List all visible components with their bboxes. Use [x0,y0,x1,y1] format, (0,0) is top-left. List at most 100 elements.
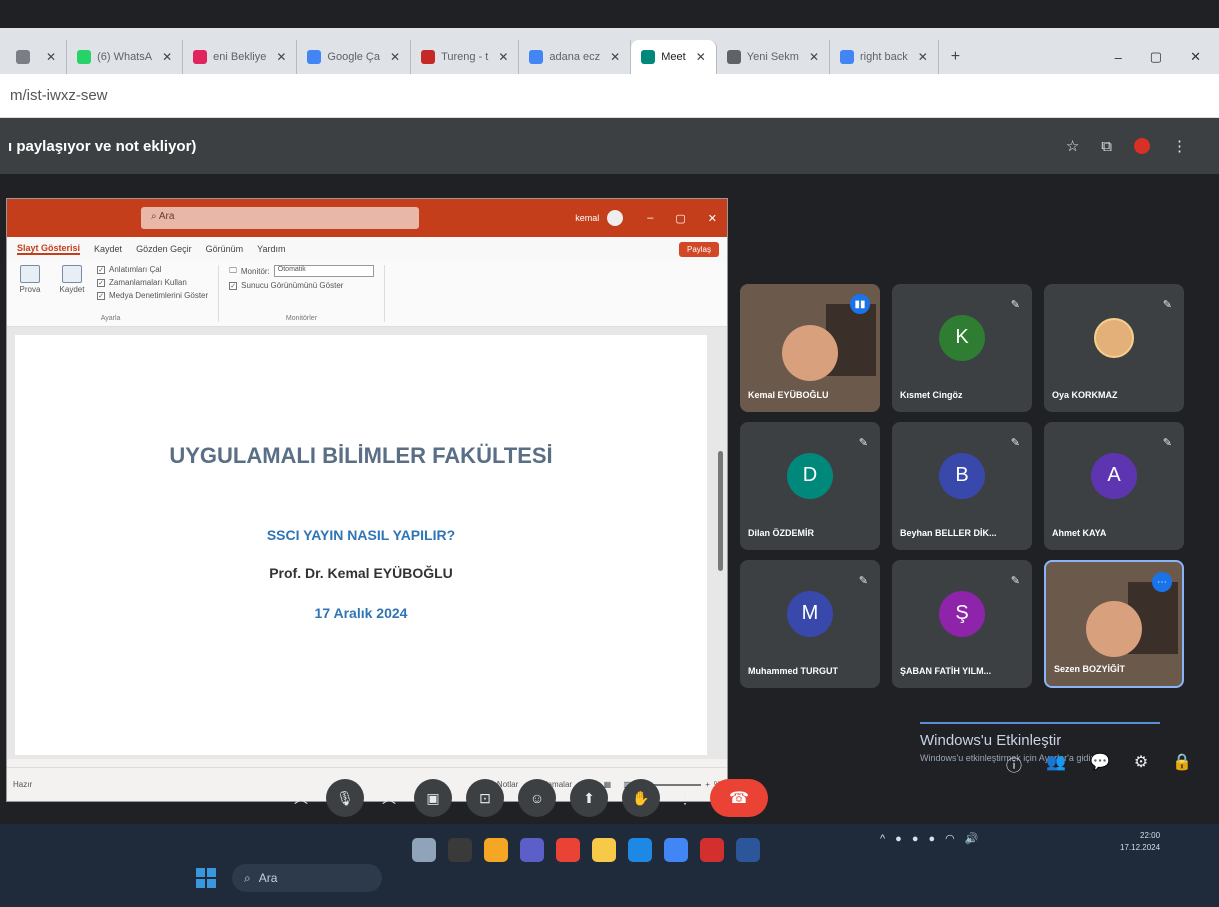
taskbar-app-icon[interactable] [484,838,508,862]
record-button[interactable]: Kaydet [55,265,89,304]
ppt-search-box[interactable]: ⌕ Ara [141,207,419,229]
speaking-icon: ▮▮ [850,294,870,314]
participant-tile[interactable]: ▮▮ Kemal EYÜBOĞLU [740,284,880,412]
more-icon[interactable]: ⋯ [1152,572,1172,592]
check-media-controls[interactable]: ✓ Medya Denetimlerini Göster [97,291,208,300]
tab-close-icon[interactable]: ✕ [610,50,620,64]
browser-tab[interactable]: eni Bekliye ✕ [183,40,298,74]
mic-icon[interactable]: 🎙 [326,779,364,817]
tab-close-icon[interactable]: ✕ [498,50,508,64]
windows-start-icon[interactable] [196,868,216,888]
monitor-select[interactable]: Otomatik [273,265,374,277]
new-tab-button[interactable]: + [939,40,972,74]
ppt-menu-item[interactable]: Yardım [257,244,285,254]
mic-off-icon: ✎ [858,437,868,449]
check-narrations[interactable]: ✓ Anlatımları Çal [97,265,208,274]
taskbar-app-icon[interactable] [592,838,616,862]
browser-tab[interactable]: Yeni Sekm ✕ [717,40,831,74]
browser-tab[interactable]: (6) WhatsA ✕ [67,40,184,74]
avatar: B [939,452,985,499]
participant-tile[interactable]: ✎ Oya KORKMAZ [1044,284,1184,412]
tab-close-icon[interactable]: ✕ [46,50,56,64]
tab-close-icon[interactable]: ✕ [918,50,928,64]
tray-icon[interactable]: ● [895,833,902,845]
tray-icon[interactable]: ● [928,833,935,845]
scrollbar[interactable] [718,451,723,571]
emoji-icon[interactable]: ☺ [518,779,556,817]
clock[interactable]: 22:00 17.12.2024 [1120,830,1160,854]
check-timings[interactable]: ✓ Zamanlamaları Kullan [97,278,208,287]
address-bar[interactable]: m/ist-iwxz-sew [0,74,1219,118]
browser-tab[interactable]: right back ✕ [830,40,939,74]
taskbar-search[interactable]: ⌕ Ara [232,864,382,892]
maximize-icon[interactable]: ▢ [675,212,685,225]
more-icon[interactable]: ⋮ [1172,137,1187,155]
hangup-icon[interactable]: ☎ [710,779,768,817]
wifi-icon[interactable]: ◠ [945,832,955,845]
present-icon[interactable]: ⬆ [570,779,608,817]
activities-icon[interactable]: ⚙ [1134,752,1148,776]
ppt-menu-item[interactable]: Görünüm [206,244,244,254]
browser-tab[interactable]: Tureng - t ✕ [411,40,520,74]
ppt-user[interactable]: kemal [575,210,624,226]
chevron-up-icon[interactable]: ︿ [290,779,312,817]
taskbar-app-icon[interactable] [520,838,544,862]
browser-tab[interactable]: Google Ça ✕ [297,40,412,74]
star-icon[interactable]: ☆ [1066,137,1079,155]
tab-label: Yeni Sekm [746,51,799,63]
minimize-icon[interactable]: – [647,212,653,225]
tab-close-icon[interactable]: ✕ [809,50,819,64]
browser-tab[interactable]: adana ecz ✕ [519,40,632,74]
minimize-icon[interactable]: – [1115,50,1122,65]
ppt-menu-bar: Slayt Gösterisi Kaydet Gözden Geçir Görünüm… [7,237,727,261]
extensions-icon[interactable]: ⧉ [1101,138,1112,155]
tab-close-icon[interactable]: ✕ [696,50,706,64]
browser-tab[interactable]: Meet ✕ [631,40,717,74]
more-vert-icon[interactable]: ⋮ [674,779,696,817]
taskbar-app-icon[interactable] [700,838,724,862]
taskbar-app-icon[interactable] [736,838,760,862]
participant-tile[interactable]: B ✎ Beyhan BELLER DİK... [892,422,1032,550]
volume-icon[interactable]: 🔊 [965,832,979,845]
raise-hand-icon[interactable]: ✋ [622,779,660,817]
restore-icon[interactable]: ▢ [1150,49,1162,65]
participant-tile[interactable]: Ş ✎ ŞABAN FATİH YILM... [892,560,1032,688]
people-icon[interactable]: 👥 [1046,752,1066,776]
chevron-up-icon[interactable]: ^ [880,833,885,845]
participant-tile[interactable]: K ✎ Kısmet Cingöz [892,284,1032,412]
tray-icon[interactable]: ● [912,833,919,845]
info-icon[interactable]: ⓘ [1006,752,1022,776]
participant-tile[interactable]: M ✎ Muhammed TURGUT [740,560,880,688]
participant-tile[interactable]: A ✎ Ahmet KAYA [1044,422,1184,550]
camera-icon[interactable]: ▣ [414,779,452,817]
check-label: Zamanlamaları Kullan [109,278,187,287]
taskbar-app-icon[interactable] [556,838,580,862]
tab-label: eni Bekliye [213,51,267,63]
tab-close-icon[interactable]: ✕ [276,50,286,64]
chevron-up-icon[interactable]: ︿ [378,779,400,817]
ppt-menu-item[interactable]: Slayt Gösterisi [17,243,81,255]
participant-tile[interactable]: D ✎ Dilan ÖZDEMİR [740,422,880,550]
tab-close-icon[interactable]: ✕ [390,50,400,64]
chat-icon[interactable]: 💬 [1090,752,1110,776]
browser-tab[interactable]: ✕ [6,40,68,74]
taskbar-app-icon[interactable] [628,838,652,862]
check-presenter-view[interactable]: ✓ Sunucu Görünümünü Göster [229,281,374,290]
taskbar-app-icon[interactable] [448,838,472,862]
close-icon[interactable]: ✕ [708,212,717,225]
captions-icon[interactable]: ⊡ [466,779,504,817]
taskbar-app-icon[interactable] [664,838,688,862]
lock-icon[interactable]: 🔒 [1172,752,1192,776]
rehearse-button[interactable]: Prova [13,265,47,304]
shared-presentation-window: ⌕ Ara kemal – ▢ ✕ Slayt Gösterisi Kaydet G… [6,198,728,802]
ppt-menu-item[interactable]: Kaydet [94,244,122,254]
tab-close-icon[interactable]: ✕ [162,50,172,64]
checkbox-icon: ✓ [97,278,105,287]
profile-icon[interactable] [1134,138,1150,154]
share-button[interactable]: Paylaş [678,241,719,257]
close-icon[interactable]: ✕ [1190,49,1201,65]
ppt-menu-item[interactable]: Gözden Geçir [136,244,192,254]
participant-tile[interactable]: ⋯ Sezen BOZYİĞİT [1044,560,1184,688]
taskbar-app-icon[interactable] [412,838,436,862]
url-text[interactable]: m/ist-iwxz-sew [10,87,108,104]
